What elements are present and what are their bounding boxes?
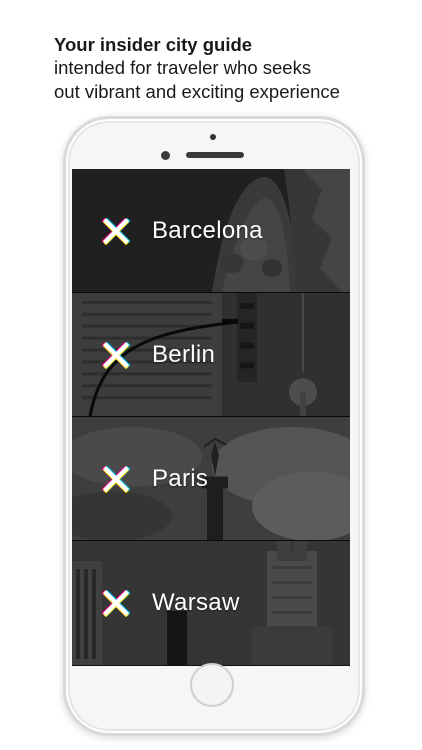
x-logo-icon [101, 218, 131, 246]
front-camera [161, 151, 170, 160]
caption-line-2: out vibrant and exciting experience [54, 81, 340, 102]
home-button[interactable] [190, 663, 234, 707]
city-item-warsaw[interactable]: Warsaw [72, 541, 350, 665]
city-item-barcelona[interactable]: Barcelona [72, 169, 350, 293]
proximity-sensor [210, 134, 216, 140]
caption-title: Your insider city guide [54, 34, 253, 55]
city-name: Barcelona [152, 217, 263, 244]
city-name: Berlin [152, 341, 216, 368]
app-screen: Barcelona Berlin Paris Warsaw [72, 169, 350, 666]
phone-frame: Barcelona Berlin Paris Warsaw [63, 116, 365, 736]
city-item-berlin[interactable]: Berlin [72, 293, 350, 417]
caption-line-1: intended for traveler who seeks [54, 57, 312, 78]
city-name: Warsaw [152, 589, 240, 616]
city-name: Paris [152, 465, 209, 492]
x-logo-icon [101, 342, 131, 370]
promo-caption: Your insider city guide intended for tra… [54, 34, 414, 104]
city-item-paris[interactable]: Paris [72, 417, 350, 541]
x-logo-icon [101, 466, 131, 494]
x-logo-icon [101, 590, 131, 618]
earpiece-speaker [186, 152, 244, 158]
